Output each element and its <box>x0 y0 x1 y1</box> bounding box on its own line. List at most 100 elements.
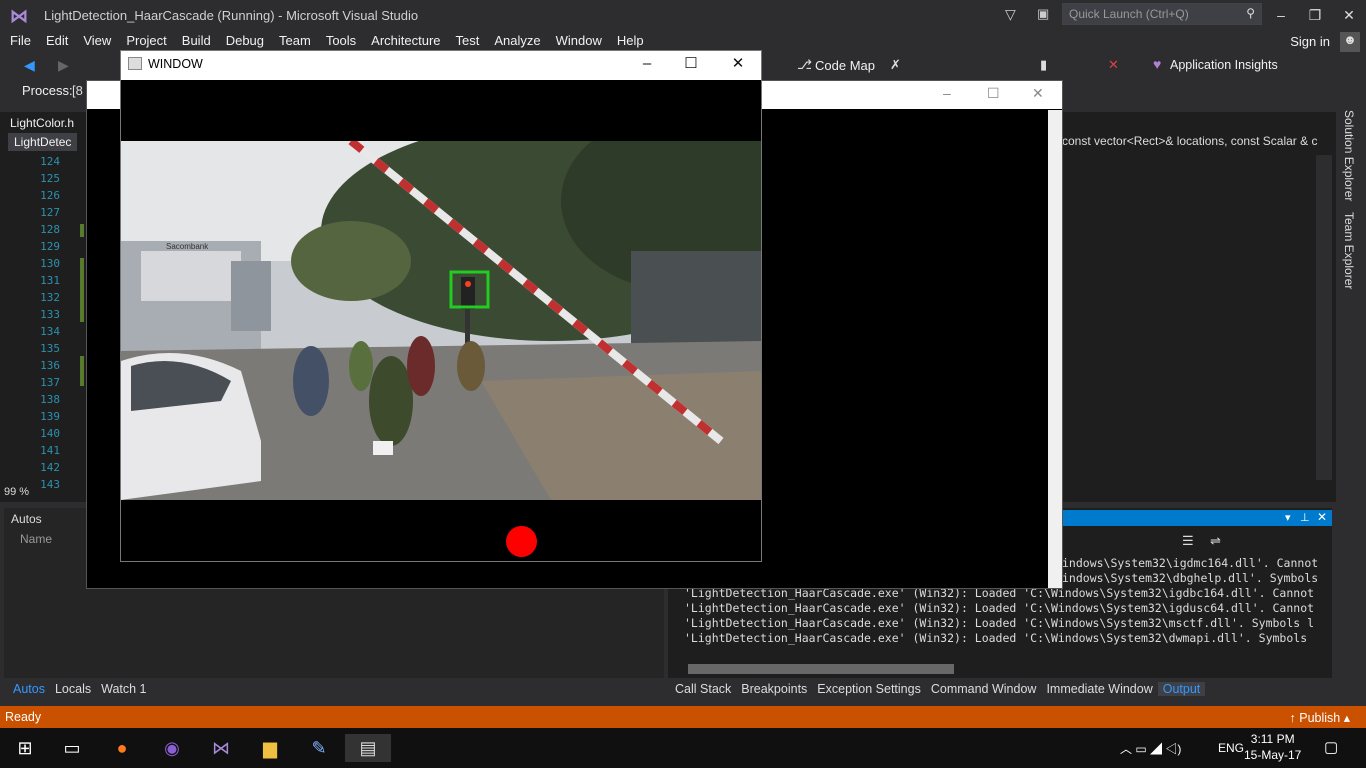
word-wrap-icon[interactable]: ⇌ <box>1210 533 1221 549</box>
bg-minimize-button[interactable]: – <box>943 85 951 101</box>
zoom-level[interactable]: 99 % <box>4 486 29 498</box>
autos-name-column[interactable]: Name <box>20 532 52 546</box>
menu-team[interactable]: Team <box>271 30 318 48</box>
clear-bookmarks-icon[interactable]: ✕ <box>1108 57 1119 73</box>
paint-icon[interactable]: ✎ <box>304 734 334 762</box>
tab-output[interactable]: Output <box>1157 682 1206 696</box>
tab-watch1[interactable]: Watch 1 <box>96 682 151 696</box>
pin-icon[interactable]: ⊥ <box>1300 511 1310 524</box>
close-button[interactable]: ✕ <box>1334 4 1364 26</box>
visual-studio-logo-icon: ⋈ <box>10 6 28 26</box>
line-number: 132 <box>40 291 60 304</box>
filter-icon[interactable]: ▽ <box>1005 6 1016 23</box>
tray-icons[interactable]: ︿ ▭ ◢ ◁) <box>1120 740 1181 757</box>
menu-test[interactable]: Test <box>448 30 487 48</box>
minimize-button[interactable]: – <box>1266 4 1296 26</box>
code-map-icon: ⎇ <box>797 57 812 72</box>
app-icon[interactable]: ◉ <box>157 734 187 762</box>
breakpoint-toggle-icon[interactable]: ✗ <box>890 57 901 73</box>
tab-lightcolor-h[interactable]: LightColor.h <box>4 114 80 132</box>
restore-button[interactable]: ❐ <box>1300 4 1330 26</box>
tab-exception-settings[interactable]: Exception Settings <box>812 682 926 696</box>
editor-scrollbar[interactable] <box>1316 155 1332 480</box>
feedback-icon[interactable]: ▣ <box>1037 6 1049 22</box>
visual-studio-icon[interactable]: ⋈ <box>206 734 236 762</box>
line-number: 141 <box>40 444 60 457</box>
firefox-icon[interactable]: ● <box>107 734 137 762</box>
back-icon[interactable]: ◀ <box>24 57 35 74</box>
search-icon: ⚲ <box>1246 6 1255 20</box>
notifications-icon[interactable]: ▢ <box>1324 738 1338 756</box>
tab-command-window[interactable]: Command Window <box>926 682 1042 696</box>
opencv-maximize-button[interactable]: ☐ <box>676 55 706 73</box>
autos-title: Autos <box>11 512 42 526</box>
line-number: 139 <box>40 410 60 423</box>
app-insights-button[interactable]: Application Insights <box>1170 58 1278 72</box>
taskbar-clock[interactable]: 3:11 PM 15-May-17 <box>1244 731 1301 763</box>
app-insights-icon: ♥ <box>1153 56 1162 72</box>
panel-dropdown-icon[interactable]: ▾ <box>1285 511 1291 524</box>
code-map-button[interactable]: Code Map <box>815 58 875 73</box>
line-number: 140 <box>40 427 60 440</box>
menu-debug[interactable]: Debug <box>218 30 271 48</box>
change-marker <box>80 224 84 237</box>
status-bar <box>0 706 1366 728</box>
output-line: indows\System32\igdmc164.dll'. Cannot <box>1062 556 1318 570</box>
line-number: 134 <box>40 325 60 338</box>
menu-window[interactable]: Window <box>548 30 609 48</box>
menu-help[interactable]: Help <box>609 30 651 48</box>
tab-immediate-window[interactable]: Immediate Window <box>1041 682 1157 696</box>
tab-autos[interactable]: Autos <box>8 682 50 696</box>
opencv-minimize-button[interactable]: – <box>632 55 662 73</box>
output-panel-header <box>1062 510 1332 526</box>
tab-locals[interactable]: Locals <box>50 682 96 696</box>
line-number: 135 <box>40 342 60 355</box>
tab-call-stack[interactable]: Call Stack <box>670 682 736 696</box>
tab-lightdetection[interactable]: LightDetec <box>8 133 78 151</box>
change-marker <box>80 356 84 386</box>
bg-close-button[interactable]: ✕ <box>1032 85 1044 102</box>
line-number: 127 <box>40 206 60 219</box>
menu-architecture[interactable]: Architecture <box>363 30 447 48</box>
output-line: 'LightDetection_HaarCascade.exe' (Win32)… <box>684 616 1315 630</box>
line-number: 128 <box>40 223 60 236</box>
process-select[interactable]: [8 <box>72 83 83 98</box>
menu-edit[interactable]: Edit <box>38 30 75 48</box>
menu-build[interactable]: Build <box>174 30 218 48</box>
output-line: 'LightDetection_HaarCascade.exe' (Win32)… <box>684 601 1315 615</box>
account-icon[interactable]: ☻ <box>1340 32 1360 52</box>
opencv-window-titlebar[interactable] <box>121 51 761 80</box>
line-number: 143 <box>40 478 60 491</box>
menu-view[interactable]: View <box>75 30 118 48</box>
line-number: 130 <box>40 257 60 270</box>
member-dropdown[interactable]: const vector<Rect>& locations, const Sca… <box>1062 134 1332 150</box>
close-panel-icon[interactable]: ✕ <box>1317 510 1327 524</box>
team-explorer-tab[interactable]: Team Explorer <box>1342 212 1356 289</box>
clear-all-icon[interactable]: ☰ <box>1182 533 1194 549</box>
bookmark-icon[interactable]: ▮ <box>1040 57 1047 73</box>
menu-file[interactable]: File <box>0 30 38 48</box>
menu-analyze[interactable]: Analyze <box>486 30 547 48</box>
tab-breakpoints[interactable]: Breakpoints <box>736 682 812 696</box>
file-explorer-icon[interactable]: ▆ <box>255 734 285 762</box>
sign-in-link[interactable]: Sign in <box>1290 34 1330 49</box>
start-icon[interactable]: ⊞ <box>10 734 40 762</box>
bg-window-scrollbar[interactable] <box>1048 110 1062 588</box>
line-number: 142 <box>40 461 60 474</box>
quick-launch-input[interactable]: Quick Launch (Ctrl+Q) ⚲ <box>1062 3 1262 25</box>
menu-project[interactable]: Project <box>118 30 173 48</box>
sacombank-sign: Sacombank <box>166 242 209 251</box>
menu-tools[interactable]: Tools <box>318 30 363 48</box>
opencv-window-taskbar-icon[interactable]: ▤ <box>345 734 391 762</box>
window-app-icon <box>128 57 142 70</box>
line-number: 126 <box>40 189 60 202</box>
language-indicator[interactable]: ENG <box>1218 741 1244 755</box>
solution-explorer-tab[interactable]: Solution Explorer <box>1342 110 1356 201</box>
forward-icon[interactable]: ▶ <box>58 57 69 74</box>
opencv-close-button[interactable]: ✕ <box>723 55 753 73</box>
bg-maximize-button[interactable]: ☐ <box>987 85 1000 102</box>
output-hscroll-thumb[interactable] <box>688 664 954 674</box>
task-view-icon[interactable]: ▭ <box>57 734 87 762</box>
window-title: LightDetection_HaarCascade (Running) - M… <box>44 8 419 23</box>
publish-button[interactable]: ↑ Publish ▴ <box>1290 710 1350 725</box>
